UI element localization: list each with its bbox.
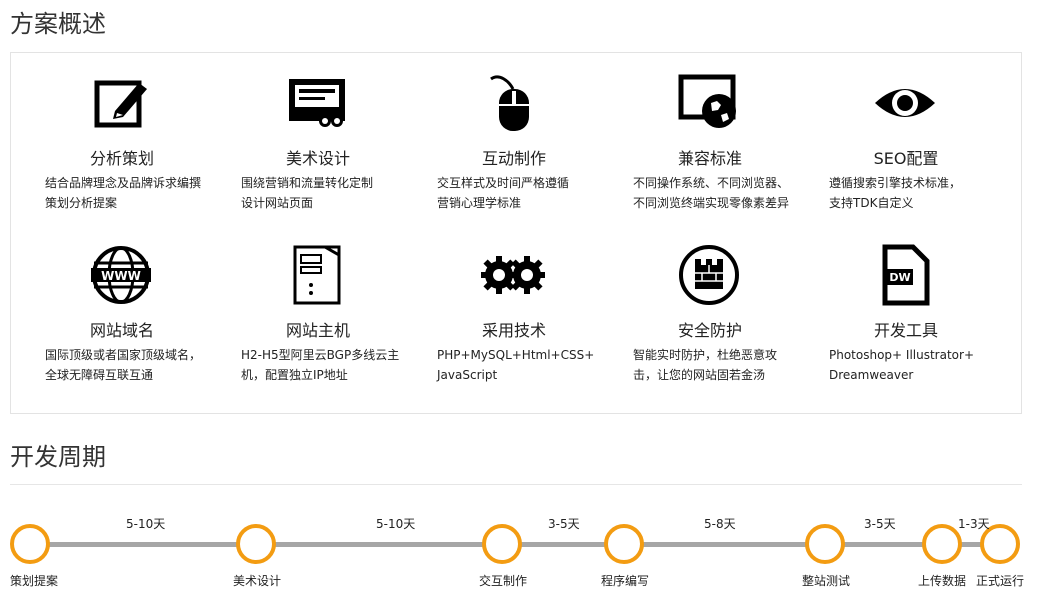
- service-grid: 分析策划 结合品牌理念及品牌诉求编撰 策划分析提案 美术设计 围绕营销和流量转化定制 设计…: [11, 53, 1021, 413]
- service-card-description: 结合品牌理念及品牌诉求编撰 策划分析提案: [45, 173, 215, 213]
- description-line: 围绕营销和流量转化定制: [241, 176, 374, 190]
- service-card: 网站主机 H2-H5型阿里云BGP多线云主 机，配置独立IP地址: [207, 225, 403, 395]
- description-line: 智能实时防护，杜绝恶意攻: [633, 348, 778, 362]
- dw-file-icon: DW: [873, 243, 937, 307]
- design-board-icon: [285, 71, 349, 135]
- development-timeline: 策划提案 美术设计 交互制作 程序编写 整站测试 上传数据 正式运行 5-10天 5-10天 3-…: [0, 500, 1037, 610]
- description-line: 策划分析提案: [45, 196, 118, 210]
- service-card: WWW 网站域名国际顶级或者国家顶级域名， 全球无障碍互联互通: [11, 225, 207, 395]
- timeline-node: [922, 524, 962, 564]
- service-card: 兼容标准不同操作系统、不同浏览器、 不同浏览终端实现零像素差异: [599, 53, 795, 223]
- timeline-step-label: 正式运行: [976, 574, 1025, 588]
- svg-text:WWW: WWW: [101, 269, 141, 283]
- description-line: 全球无障碍互联互通: [45, 368, 154, 382]
- service-card-description: 国际顶级或者国家顶级域名， 全球无障碍互联互通: [45, 345, 215, 385]
- service-card-title: 网站域名: [89, 321, 154, 340]
- description-line: 不同操作系统、不同浏览器、: [633, 176, 790, 190]
- description-line: H2-H5型阿里云BGP多线云主: [241, 348, 400, 362]
- timeline-step-label: 策划提案: [10, 574, 59, 588]
- service-card: DW 开发工具 Photoshop+ Illustrator+ Dreamweaver: [795, 225, 991, 395]
- description-line: 交互样式及时间严格遵循: [437, 176, 570, 190]
- overview-panel: 分析策划 结合品牌理念及品牌诉求编撰 策划分析提案 美术设计 围绕营销和流量转化定制 设计…: [10, 52, 1022, 414]
- timeline-node: [10, 524, 50, 564]
- shield-wall-icon: [677, 243, 741, 307]
- svg-text:DW: DW: [889, 271, 910, 284]
- www-globe-icon: WWW: [89, 243, 153, 307]
- cycle-title: 开发周期: [10, 443, 106, 471]
- globe-monitor-icon: [677, 71, 741, 135]
- service-card-description: Photoshop+ Illustrator+ Dreamweaver: [829, 345, 999, 385]
- timeline-duration: 5-8天: [704, 517, 736, 531]
- service-card: 采用技术 PHP+MySQL+Html+CSS+ JavaScript: [403, 225, 599, 395]
- description-line: 结合品牌理念及品牌诉求编撰: [45, 176, 202, 190]
- timeline-duration: 1-3天: [958, 517, 990, 531]
- timeline-step-label: 程序编写: [601, 574, 650, 588]
- server-icon: [285, 243, 349, 307]
- service-card-description: 围绕营销和流量转化定制 设计网站页面: [241, 173, 411, 213]
- service-card-title: 美术设计: [285, 149, 350, 168]
- timeline-duration: 3-5天: [864, 517, 896, 531]
- service-card: 美术设计围绕营销和流量转化定制 设计网站页面: [207, 53, 403, 223]
- service-card-title: 网站主机: [285, 321, 350, 340]
- service-card-title: 安全防护: [677, 321, 742, 340]
- gears-icon: [480, 243, 546, 307]
- timeline-node: [482, 524, 522, 564]
- description-line: 设计网站页面: [241, 196, 314, 210]
- service-card-description: H2-H5型阿里云BGP多线云主 机，配置独立IP地址: [241, 345, 411, 385]
- service-card-title: 分析策划: [89, 149, 154, 168]
- timeline-step-label: 上传数据: [918, 574, 967, 588]
- service-card-title: 采用技术: [481, 321, 546, 340]
- timeline-step-label: 整站测试: [802, 574, 851, 588]
- service-card-description: 不同操作系统、不同浏览器、 不同浏览终端实现零像素差异: [633, 173, 803, 213]
- timeline-node: [604, 524, 644, 564]
- description-line: JavaScript: [437, 368, 498, 382]
- service-card-title: SEO配置: [873, 149, 939, 168]
- description-line: 机，配置独立IP地址: [241, 368, 348, 382]
- service-card-title: 开发工具: [873, 321, 938, 340]
- edit-icon: [89, 71, 153, 135]
- service-card: 分析策划结合品牌理念及品牌诉求编撰 策划分析提案: [11, 53, 207, 223]
- divider: [10, 484, 1022, 485]
- service-card-title: 兼容标准: [677, 149, 742, 168]
- description-line: PHP+MySQL+Html+CSS+: [437, 348, 595, 362]
- description-line: 不同浏览终端实现零像素差异: [633, 196, 790, 210]
- mouse-icon: [481, 71, 545, 135]
- timeline-duration: 5-10天: [376, 517, 416, 531]
- description-line: 国际顶级或者国家顶级域名，: [45, 348, 202, 362]
- timeline-node: [236, 524, 276, 564]
- service-card-description: 遵循搜索引擎技术标准， 支持TDK自定义: [829, 173, 999, 213]
- timeline-step-label: 交互制作: [479, 574, 528, 588]
- timeline-step-label: 美术设计: [233, 574, 282, 588]
- service-card: 安全防护智能实时防护，杜绝恶意攻 击，让您的网站固若金汤: [599, 225, 795, 395]
- timeline-duration: 3-5天: [548, 517, 580, 531]
- description-line: Dreamweaver: [829, 368, 914, 382]
- description-line: Photoshop+ Illustrator+: [829, 348, 975, 362]
- service-card: 互动制作交互样式及时间严格遵循 营销心理学标准: [403, 53, 599, 223]
- overview-title: 方案概述: [10, 10, 106, 38]
- service-card-title: 互动制作: [481, 149, 546, 168]
- service-card: SEO配置遵循搜索引擎技术标准， 支持TDK自定义: [795, 53, 991, 223]
- description-line: 支持TDK自定义: [829, 196, 914, 210]
- timeline-node: [805, 524, 845, 564]
- eye-icon: [873, 71, 937, 135]
- service-card-description: 交互样式及时间严格遵循 营销心理学标准: [437, 173, 607, 213]
- service-card-description: PHP+MySQL+Html+CSS+ JavaScript: [437, 345, 607, 385]
- description-line: 遵循搜索引擎技术标准，: [829, 176, 962, 190]
- timeline-duration: 5-10天: [126, 517, 166, 531]
- description-line: 营销心理学标准: [437, 196, 522, 210]
- service-card-description: 智能实时防护，杜绝恶意攻 击，让您的网站固若金汤: [633, 345, 803, 385]
- description-line: 击，让您的网站固若金汤: [633, 368, 766, 382]
